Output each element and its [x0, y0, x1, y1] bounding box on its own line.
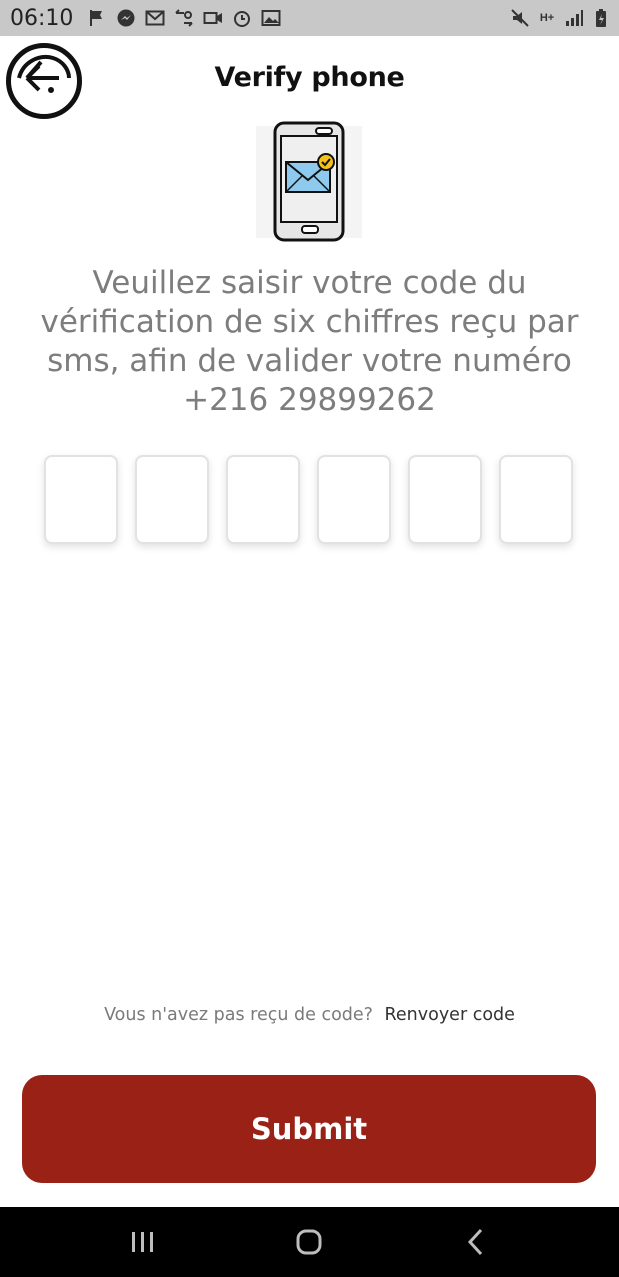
home-button[interactable] — [279, 1217, 339, 1267]
signal-icon — [564, 8, 584, 28]
verification-code-inputs — [44, 455, 573, 544]
code-digit-4[interactable] — [317, 455, 391, 544]
gmail-icon — [145, 8, 165, 28]
status-right-icons: H+ — [510, 8, 611, 28]
code-digit-3[interactable] — [226, 455, 300, 544]
phone-message-check-icon — [256, 121, 362, 242]
battery-charging-icon — [591, 8, 611, 28]
messenger-icon — [116, 8, 136, 28]
submit-button[interactable]: Submit — [22, 1075, 596, 1183]
page-title: Verify phone — [214, 62, 405, 93]
instruction-text: Veuillez saisir votre code du vérificati… — [30, 264, 589, 420]
instruction-line-2: vérification de six chiffres reçu par — [40, 304, 579, 340]
status-bar: 06:10 H+ — [0, 0, 619, 36]
back-icon — [467, 1228, 482, 1256]
resend-code-link[interactable]: Renvoyer code — [385, 1005, 515, 1025]
instruction-line-3: sms, afin de valider votre numéro — [47, 343, 572, 379]
mute-icon — [510, 8, 530, 28]
recents-icon — [132, 1232, 154, 1252]
status-time: 06:10 — [10, 5, 74, 31]
system-nav-bar — [0, 1207, 619, 1277]
instruction-line-1: Veuillez saisir votre code du — [92, 265, 527, 301]
alarm-icon — [232, 8, 252, 28]
home-icon — [296, 1229, 322, 1255]
code-digit-5[interactable] — [408, 455, 482, 544]
flag-icon — [87, 8, 107, 28]
sync-icon — [174, 8, 194, 28]
code-digit-6[interactable] — [499, 455, 573, 544]
network-hplus-icon: H+ — [539, 12, 555, 24]
code-digit-2[interactable] — [135, 455, 209, 544]
code-digit-1[interactable] — [44, 455, 118, 544]
phone-number: +216 29899262 — [183, 382, 436, 418]
image-icon — [261, 8, 281, 28]
resend-question: Vous n'avez pas reçu de code? — [104, 1005, 373, 1025]
resend-row: Vous n'avez pas reçu de code? Renvoyer c… — [0, 1005, 619, 1025]
nav-back-button[interactable] — [446, 1217, 506, 1267]
status-left-icons — [87, 8, 281, 28]
recents-button[interactable] — [113, 1217, 173, 1267]
video-icon — [203, 8, 223, 28]
